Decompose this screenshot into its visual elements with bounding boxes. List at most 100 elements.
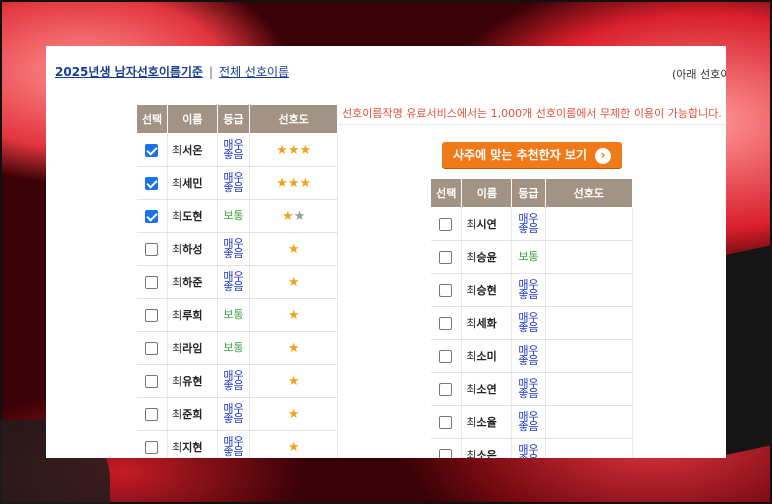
select-cell <box>430 207 463 241</box>
grade-cell: 매우좋음 <box>511 438 546 458</box>
all-preferred-names-link[interactable]: 전체 선호이름 <box>219 65 289 79</box>
checkbox-checked[interactable] <box>145 143 159 157</box>
name-cell[interactable]: 최서온 <box>167 133 218 167</box>
given-name: 승현 <box>476 284 497 297</box>
grade-cell: 보통 <box>217 298 251 332</box>
preference-cell: ★★★ <box>249 133 338 167</box>
given-name: 서온 <box>182 144 203 157</box>
grade-cell: 매우좋음 <box>217 397 251 431</box>
preference-cell <box>545 372 634 406</box>
star-icon: ★ <box>276 175 288 191</box>
chevron-right-icon: › <box>594 147 611 164</box>
checkbox[interactable] <box>439 316 453 330</box>
preference-cell: ★ <box>249 331 338 365</box>
name-cell[interactable]: 최지현 <box>167 430 218 458</box>
given-name: 하준 <box>182 276 203 289</box>
name-cell[interactable]: 최승윤 <box>461 240 513 274</box>
name-list-panel: 2025년생 남자선호이름기준 | 전체 선호이름 (아래 선호이 선호이름작명 유… <box>46 46 726 458</box>
checkbox[interactable] <box>439 448 453 458</box>
checkbox[interactable] <box>439 217 453 231</box>
name-cell[interactable]: 최시연 <box>461 207 513 241</box>
select-cell <box>430 339 463 373</box>
name-cell[interactable]: 최도현 <box>167 199 218 233</box>
recommend-hanja-button[interactable]: 사주에 맞는 추천한자 보기 › <box>442 142 622 168</box>
right-name-table: 선택 이름 등급 선호도 최시연 매우 좋음 최승윤 보통 최승현 매우 좋음 최세화 매우 좋음 최… <box>429 178 634 458</box>
grade-label: 좋음 <box>223 181 244 194</box>
checkbox[interactable] <box>145 440 159 454</box>
given-name: 소미 <box>476 350 497 363</box>
given-name: 소연 <box>476 383 497 396</box>
table-row: 최라임 보통 ★ <box>136 331 338 365</box>
preference-cell <box>545 273 634 307</box>
star-icon: ★ <box>276 142 288 158</box>
select-cell <box>430 372 463 406</box>
name-cell[interactable]: 최세민 <box>167 166 218 200</box>
surname: 최 <box>172 375 183 388</box>
star-icon: ★ <box>287 274 300 290</box>
checkbox[interactable] <box>145 407 159 421</box>
grade-label: 보통 <box>518 250 539 263</box>
checkbox[interactable] <box>145 374 159 388</box>
divider <box>336 124 726 125</box>
table-row: 최시연 매우 좋음 <box>430 207 634 241</box>
male-preferred-names-link[interactable]: 2025년생 남자선호이름기준 <box>55 65 203 79</box>
star-icon: ★ <box>282 208 294 224</box>
preferred-note: (아래 선호이 <box>672 68 726 81</box>
preference-cell <box>545 405 634 439</box>
preference-cell <box>545 306 634 340</box>
checkbox-checked[interactable] <box>145 176 159 190</box>
grade-cell: 매우좋음 <box>511 273 546 307</box>
grade-cell: 매우좋음 <box>511 339 546 373</box>
name-cell[interactable]: 최하성 <box>167 232 218 266</box>
checkbox[interactable] <box>439 415 453 429</box>
name-cell[interactable]: 최세화 <box>461 306 513 340</box>
table-row: 최소연 매우 좋음 <box>430 372 634 406</box>
surname: 최 <box>466 251 477 264</box>
select-cell <box>430 306 463 340</box>
grade-cell: 매우좋음 <box>217 166 251 200</box>
grade-label: 좋음 <box>518 387 539 400</box>
checkbox[interactable] <box>439 283 453 297</box>
preference-cell <box>545 438 634 458</box>
star-empty-icon: ★ <box>293 208 306 224</box>
name-cell[interactable]: 최하준 <box>167 265 218 299</box>
table-row: 최서온 매우 좋음 ★★★ <box>136 133 338 167</box>
surname: 최 <box>172 309 183 322</box>
name-cell[interactable]: 최소미 <box>461 339 513 373</box>
given-name: 세민 <box>182 177 203 190</box>
surname: 최 <box>466 383 477 396</box>
dark-shape <box>726 245 772 455</box>
checkbox[interactable] <box>145 275 159 289</box>
name-cell[interactable]: 최소은 <box>461 438 513 458</box>
preference-cell <box>545 240 634 274</box>
checkbox[interactable] <box>145 341 159 355</box>
grade-cell: 매우좋음 <box>217 430 251 458</box>
preference-cell <box>545 339 634 373</box>
name-cell[interactable]: 최루희 <box>167 298 218 332</box>
preference-cell: ★ <box>249 430 338 458</box>
preference-cell: ★ <box>249 298 338 332</box>
name-cell[interactable]: 최준희 <box>167 397 218 431</box>
checkbox[interactable] <box>439 250 453 264</box>
preference-cell: ★ <box>249 265 338 299</box>
preference-cell: ★ <box>249 232 338 266</box>
surname: 최 <box>172 276 183 289</box>
name-cell[interactable]: 최소율 <box>461 405 513 439</box>
select-cell <box>136 397 169 431</box>
checkbox[interactable] <box>145 242 159 256</box>
surname: 최 <box>172 144 183 157</box>
checkbox-checked[interactable] <box>145 209 159 223</box>
name-cell[interactable]: 최승현 <box>461 273 513 307</box>
name-cell[interactable]: 최라임 <box>167 331 218 365</box>
grade-label: 좋음 <box>512 454 544 458</box>
grade-label: 좋음 <box>518 354 539 367</box>
surname: 최 <box>172 177 183 190</box>
name-cell[interactable]: 최소연 <box>461 372 513 406</box>
checkbox[interactable] <box>439 382 453 396</box>
surname: 최 <box>172 342 183 355</box>
name-cell[interactable]: 최유현 <box>167 364 218 398</box>
checkbox[interactable] <box>145 308 159 322</box>
star-icon: ★ <box>287 340 300 356</box>
surname: 최 <box>172 441 183 454</box>
checkbox[interactable] <box>439 349 453 363</box>
